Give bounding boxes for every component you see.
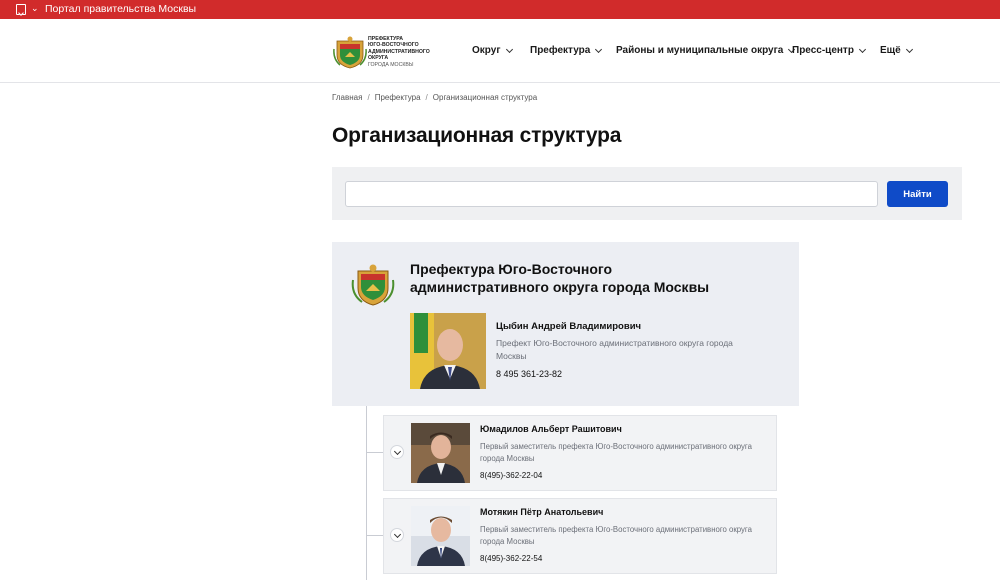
chevron-down-icon xyxy=(505,45,513,53)
prefecture-emblem-logo[interactable] xyxy=(333,35,367,69)
staff-role: Первый заместитель префекта Юго-Восточно… xyxy=(480,442,752,463)
breadcrumb-current: Организационная структура xyxy=(432,93,538,102)
tree-line xyxy=(366,406,367,580)
nav-item-prefecture[interactable]: Префектура xyxy=(530,45,603,56)
chevron-down-icon xyxy=(595,45,603,53)
top-bar: ⌄ Портал правительства Москвы xyxy=(0,0,1000,19)
staff-card: Юмадилов Альберт Рашитович Первый замест… xyxy=(383,415,777,491)
prefect-role: Префект Юго-Восточного административного… xyxy=(496,338,733,361)
portal-link[interactable]: Портал правительства Москвы xyxy=(45,3,196,15)
expand-chevron-icon[interactable] xyxy=(390,445,404,459)
page-title: Организационная структура xyxy=(332,124,622,147)
staff-phone[interactable]: 8(495)-362-22-04 xyxy=(480,471,542,480)
expand-chevron-icon[interactable] xyxy=(390,528,404,542)
staff-photo[interactable] xyxy=(411,506,470,566)
breadcrumb: Главная / Префектура / Организационная с… xyxy=(332,93,537,102)
staff-name[interactable]: Мотякин Пётр Анатольевич xyxy=(480,507,603,517)
site-header: Префектура Юго-Восточного административн… xyxy=(0,19,1000,83)
prefecture-emblem-icon xyxy=(351,264,395,306)
nav-item-more[interactable]: Ещё xyxy=(880,45,913,56)
org-name: Префектура Юго-Восточного административн… xyxy=(410,261,710,295)
nav-item-label: Районы и муниципальные округа xyxy=(616,45,784,56)
nav-item-press-center[interactable]: Пресс-центр xyxy=(792,45,866,56)
chevron-down-icon xyxy=(905,45,913,53)
breadcrumb-separator: / xyxy=(425,93,428,102)
search-panel: Найти xyxy=(332,167,962,220)
chevron-down-icon xyxy=(858,45,866,53)
breadcrumb-separator: / xyxy=(367,93,370,102)
chevron-down-icon[interactable]: ⌄ xyxy=(31,3,39,14)
nav-item-label: Префектура xyxy=(530,45,591,56)
org-head-card: Префектура Юго-Восточного административн… xyxy=(332,242,799,406)
book-icon[interactable] xyxy=(16,4,26,15)
nav-item-districts[interactable]: Районы и муниципальные округа xyxy=(616,45,796,56)
staff-phone[interactable]: 8(495)-362-22-54 xyxy=(480,554,542,563)
prefect-photo[interactable] xyxy=(410,313,486,389)
logo-line: административного округа xyxy=(368,48,430,62)
logo-text[interactable]: Префектура Юго-Восточного административн… xyxy=(368,36,448,68)
staff-role: Первый заместитель префекта Юго-Восточно… xyxy=(480,525,752,546)
search-input[interactable] xyxy=(345,181,878,207)
breadcrumb-prefecture[interactable]: Префектура xyxy=(375,93,421,102)
staff-photo[interactable] xyxy=(411,423,470,483)
logo-subline: города Москвы xyxy=(368,61,414,68)
breadcrumb-home[interactable]: Главная xyxy=(332,93,362,102)
prefect-phone[interactable]: 8 495 361-23-82 xyxy=(496,369,562,379)
prefect-name[interactable]: Цыбин Андрей Владимирович xyxy=(496,321,641,332)
nav-item-label: Округ xyxy=(472,45,501,56)
search-button[interactable]: Найти xyxy=(887,181,948,207)
tree-branch xyxy=(366,452,383,453)
nav-item-label: Ещё xyxy=(880,45,901,56)
staff-name[interactable]: Юмадилов Альберт Рашитович xyxy=(480,424,622,434)
staff-card: Мотякин Пётр Анатольевич Первый заместит… xyxy=(383,498,777,574)
nav-item-label: Пресс-центр xyxy=(792,45,854,56)
tree-branch xyxy=(366,535,383,536)
nav-item-okrug[interactable]: Округ xyxy=(472,45,513,56)
